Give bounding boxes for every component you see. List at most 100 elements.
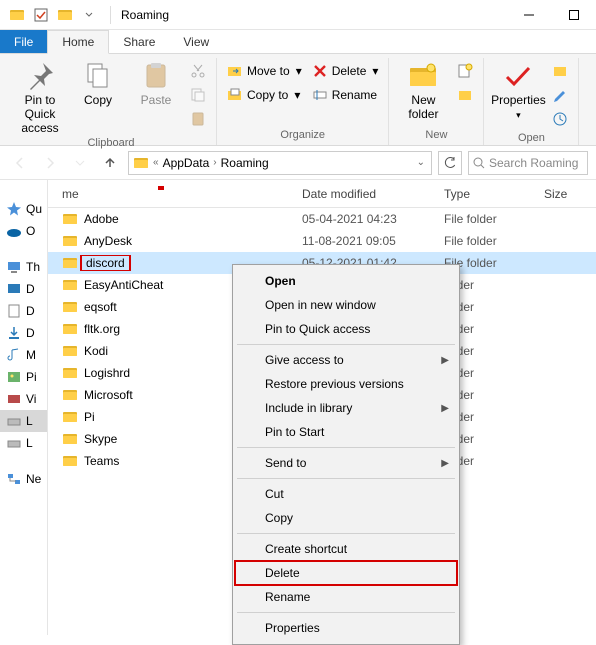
ctx-delete[interactable]: Delete (235, 561, 457, 585)
open-icon (552, 63, 568, 79)
quick-access-toolbar (0, 4, 106, 26)
copy-to-button[interactable]: Copy to ▾ (223, 84, 306, 106)
ctx-open-new-window[interactable]: Open in new window (235, 293, 457, 317)
ctx-pin-quick-access[interactable]: Pin to Quick access (235, 317, 457, 341)
sidebar-item: D (0, 278, 47, 300)
history-small-button[interactable] (548, 108, 572, 130)
sidebar-item: L (0, 432, 47, 454)
ctx-send-to[interactable]: Send to▶ (235, 451, 457, 475)
open-small-button[interactable] (548, 60, 572, 82)
drive-icon (6, 413, 22, 429)
forward-button[interactable] (38, 151, 62, 175)
new-folder-button[interactable]: New folder (395, 58, 451, 122)
paste-button[interactable]: Paste (128, 58, 184, 108)
chevron-down-icon[interactable]: ⌄ (415, 157, 427, 168)
properties-button[interactable]: Properties ▾ (490, 58, 546, 120)
qat-folder-icon[interactable] (54, 4, 76, 26)
tab-view[interactable]: View (169, 30, 223, 53)
file-row[interactable]: Adobe05-04-2021 04:23File folder (48, 208, 596, 230)
folder-icon (62, 255, 78, 271)
properties-label: Properties (491, 94, 546, 108)
ctx-create-shortcut[interactable]: Create shortcut (235, 537, 457, 561)
ctx-separator (237, 447, 455, 448)
ctx-separator (237, 612, 455, 613)
ctx-give-access[interactable]: Give access to▶ (235, 348, 457, 372)
pasteshortcut-small-button[interactable] (186, 108, 210, 130)
file-row[interactable]: AnyDesk11-08-2021 09:05File folder (48, 230, 596, 252)
move-to-button[interactable]: Move to ▾ (223, 60, 306, 82)
refresh-button[interactable] (438, 151, 462, 175)
folder-icon (62, 321, 78, 337)
documents-icon (6, 303, 22, 319)
sidebar-item: D (0, 300, 47, 322)
ctx-open[interactable]: Open (235, 269, 457, 293)
sidebar-item: D (0, 322, 47, 344)
folder-icon (62, 409, 78, 425)
qat-dropdown-icon[interactable] (78, 4, 100, 26)
easy-access-button[interactable] (453, 84, 477, 106)
ctx-include-library[interactable]: Include in library▶ (235, 396, 457, 420)
recent-locations-button[interactable] (68, 151, 92, 175)
breadcrumb-segment[interactable]: Roaming (221, 156, 269, 170)
drive-icon (6, 435, 22, 451)
navigation-pane[interactable]: Qu O Th D D D M Pi Vi L L Ne (0, 180, 48, 635)
chevron-right-icon: ▶ (441, 355, 449, 366)
back-button[interactable] (8, 151, 32, 175)
delete-button[interactable]: Delete ▾ (308, 60, 383, 82)
organize-group-label: Organize (280, 127, 325, 145)
select-button[interactable]: Select ▾ (585, 58, 596, 120)
file-type: File folder (436, 234, 536, 248)
column-header-date[interactable]: Date modified (294, 187, 436, 201)
ctx-properties[interactable]: Properties (235, 616, 457, 640)
sidebar-item: O (0, 220, 47, 242)
new-group-label: New (425, 127, 447, 145)
new-item-button[interactable] (453, 60, 477, 82)
chevron-down-icon: ▾ (372, 64, 378, 78)
up-button[interactable] (98, 151, 122, 175)
new-folder-label: New folder (395, 94, 451, 122)
copy-button[interactable]: Copy (70, 58, 126, 108)
tab-home[interactable]: Home (47, 30, 109, 54)
ctx-cut[interactable]: Cut (235, 482, 457, 506)
pin-icon (24, 60, 56, 92)
chevron-right-icon[interactable]: › (211, 157, 218, 168)
qat-checkbox-icon[interactable] (30, 4, 52, 26)
pin-to-quick-access-button[interactable]: Pin to Quick access (12, 58, 68, 135)
chevron-right-icon[interactable]: « (151, 157, 161, 168)
column-header-name[interactable]: me (48, 187, 294, 201)
ctx-restore-versions[interactable]: Restore previous versions (235, 372, 457, 396)
column-header-type[interactable]: Type (436, 187, 536, 201)
file-name: AnyDesk (84, 234, 132, 248)
breadcrumb[interactable]: « AppData › Roaming ⌄ (128, 151, 432, 175)
tab-share[interactable]: Share (109, 30, 169, 53)
rename-button[interactable]: Rename (308, 84, 383, 106)
edit-small-button[interactable] (548, 84, 572, 106)
tab-file[interactable]: File (0, 30, 47, 53)
clipboard-icon (190, 111, 206, 127)
breadcrumb-segment[interactable]: AppData (163, 156, 210, 170)
rename-label: Rename (332, 88, 377, 102)
folder-icon (62, 277, 78, 293)
moveto-icon (227, 63, 243, 79)
new-item-icon (457, 63, 473, 79)
onedrive-icon (6, 223, 22, 239)
cut-small-button[interactable] (186, 60, 210, 82)
column-header-size[interactable]: Size (536, 187, 596, 201)
sidebar-item: L (0, 410, 47, 432)
file-type: File folder (436, 212, 536, 226)
search-input[interactable]: Search Roaming (468, 151, 588, 175)
address-bar-row: « AppData › Roaming ⌄ Search Roaming (0, 146, 596, 180)
minimize-button[interactable] (506, 0, 551, 30)
file-name: Pi (84, 410, 95, 424)
copypath-small-button[interactable] (186, 84, 210, 106)
file-date: 05-04-2021 04:23 (294, 212, 436, 226)
search-placeholder: Search Roaming (489, 156, 578, 170)
folder-icon[interactable] (6, 4, 28, 26)
ctx-pin-start[interactable]: Pin to Start (235, 420, 457, 444)
copy-icon (82, 60, 114, 92)
ctx-rename[interactable]: Rename (235, 585, 457, 609)
sidebar-item: Vi (0, 388, 47, 410)
pictures-icon (6, 369, 22, 385)
ctx-copy[interactable]: Copy (235, 506, 457, 530)
maximize-button[interactable] (551, 0, 596, 30)
